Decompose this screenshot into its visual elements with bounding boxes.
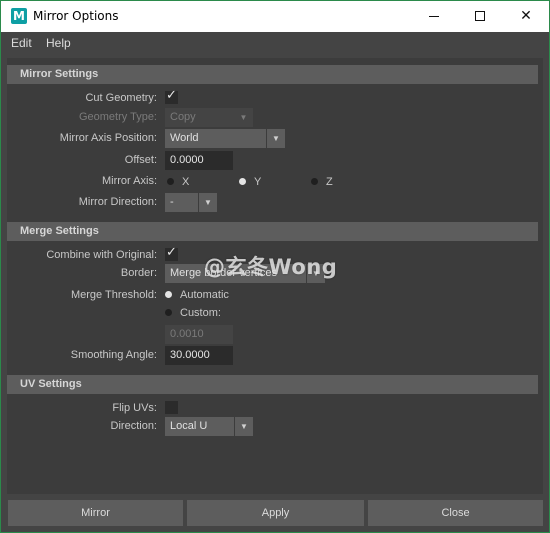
offset-label: Offset: bbox=[124, 154, 157, 166]
title-bar: M Mirror Options ✕ bbox=[1, 1, 549, 32]
check-icon: ✓ bbox=[166, 245, 177, 260]
mirror-axis-x-radio[interactable] bbox=[167, 178, 174, 185]
apply-button[interactable]: Apply bbox=[187, 500, 364, 526]
cut-geometry-checkbox[interactable]: ✓ bbox=[165, 88, 178, 104]
direction-label: Direction: bbox=[110, 420, 157, 432]
mirror-direction-label: Mirror Direction: bbox=[78, 196, 157, 208]
threshold-automatic-radio[interactable] bbox=[165, 291, 172, 298]
chevron-down-icon: ▼ bbox=[234, 417, 253, 436]
flip-uvs-checkbox[interactable] bbox=[165, 401, 178, 414]
border-label: Border: bbox=[120, 267, 157, 279]
cut-geometry-label: Cut Geometry: bbox=[85, 92, 157, 104]
offset-field[interactable]: 0.0000 bbox=[165, 151, 233, 170]
combine-with-original-label: Combine with Original: bbox=[46, 249, 157, 261]
uv-settings-header[interactable]: UV Settings bbox=[7, 375, 538, 394]
check-icon: ✓ bbox=[166, 88, 177, 103]
geometry-type-value: Copy bbox=[170, 111, 196, 123]
mirror-axis-x-label: X bbox=[182, 176, 190, 188]
mirror-axis-position-value: World bbox=[170, 132, 199, 144]
menu-edit[interactable]: Edit bbox=[11, 36, 32, 50]
chevron-down-icon: ▼ bbox=[266, 129, 285, 148]
close-icon: ✕ bbox=[520, 8, 532, 24]
mirror-axis-y-label: Y bbox=[254, 176, 262, 188]
mirror-button[interactable]: Mirror bbox=[8, 500, 183, 526]
threshold-custom-radio[interactable] bbox=[165, 309, 172, 316]
merge-settings-header[interactable]: Merge Settings bbox=[7, 222, 538, 241]
chevron-down-icon: ▼ bbox=[198, 193, 217, 212]
geometry-type-label: Geometry Type: bbox=[78, 111, 157, 123]
mirror-direction-value: - bbox=[170, 196, 174, 208]
mirror-axis-label: Mirror Axis: bbox=[102, 175, 157, 187]
mirror-direction-dropdown[interactable]: - ▼ bbox=[165, 193, 217, 212]
minimize-icon bbox=[429, 16, 439, 17]
close-button[interactable]: Close bbox=[368, 500, 543, 526]
mirror-axis-position-label: Mirror Axis Position: bbox=[59, 132, 157, 144]
threshold-automatic-label: Automatic bbox=[180, 289, 229, 301]
mirror-axis-z-radio[interactable] bbox=[311, 178, 318, 185]
menu-help[interactable]: Help bbox=[46, 36, 71, 50]
window-title: Mirror Options bbox=[33, 9, 119, 23]
close-window-button[interactable]: ✕ bbox=[503, 1, 549, 32]
direction-value: Local U bbox=[170, 420, 208, 432]
mirror-options-window: M Mirror Options ✕ Edit Help Mirror Sett… bbox=[0, 0, 550, 533]
chevron-down-icon: ▼ bbox=[239, 113, 248, 122]
mirror-settings-header[interactable]: Mirror Settings bbox=[7, 65, 538, 84]
maximize-icon bbox=[475, 11, 485, 21]
merge-threshold-label: Merge Threshold: bbox=[70, 289, 157, 301]
mirror-axis-position-dropdown[interactable]: World ▼ bbox=[165, 129, 285, 148]
smoothing-angle-field[interactable]: 30.0000 bbox=[165, 346, 233, 365]
menu-bar: Edit Help bbox=[1, 32, 549, 54]
smoothing-angle-label: Smoothing Angle: bbox=[70, 349, 157, 361]
custom-threshold-field[interactable]: 0.0010 bbox=[165, 325, 233, 344]
mirror-axis-y-radio[interactable] bbox=[239, 178, 246, 185]
watermark: @玄冬Wong bbox=[204, 255, 338, 279]
flip-uvs-label: Flip UVs: bbox=[112, 402, 157, 414]
mirror-axis-z-label: Z bbox=[326, 176, 333, 188]
minimize-button[interactable] bbox=[411, 1, 457, 32]
geometry-type-dropdown[interactable]: Copy ▼ bbox=[165, 108, 253, 127]
maximize-button[interactable] bbox=[457, 1, 503, 32]
direction-dropdown[interactable]: Local U ▼ bbox=[165, 417, 253, 436]
threshold-custom-label: Custom: bbox=[180, 307, 221, 319]
maya-app-icon: M bbox=[11, 8, 27, 24]
combine-with-original-checkbox[interactable]: ✓ bbox=[165, 245, 178, 261]
